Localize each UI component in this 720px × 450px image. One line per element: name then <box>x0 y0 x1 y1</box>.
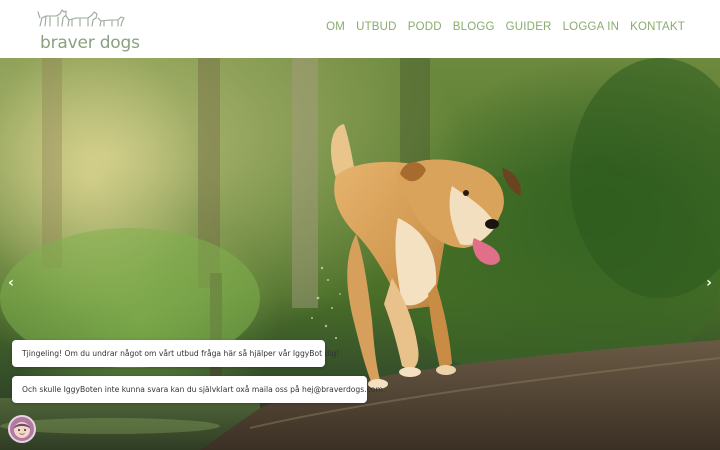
nav-item-logga-in[interactable]: LOGGA IN <box>563 21 620 33</box>
brand-name: braver dogs <box>40 33 140 53</box>
slider-next-chevron-right-icon[interactable]: › <box>702 276 716 290</box>
nav-item-guider[interactable]: GUIDER <box>506 21 552 33</box>
chat-message-text: Tjingeling! Om du undrar något om vårt u… <box>22 349 340 358</box>
nav-item-utbud[interactable]: UTBUD <box>356 21 397 33</box>
chatbot-face-icon <box>14 422 30 438</box>
nav-item-blogg[interactable]: BLOGG <box>453 21 495 33</box>
site-header: braver dogs OM UTBUD PODD BLOGG GUIDER L… <box>0 0 720 58</box>
nav-item-kontakt[interactable]: KONTAKT <box>630 21 685 33</box>
chat-message: Och skulle IggyBoten inte kunna svara ka… <box>12 376 385 403</box>
nav-item-podd[interactable]: PODD <box>408 21 442 33</box>
nav-item-om[interactable]: OM <box>326 21 345 33</box>
chat-message-text: Och skulle IggyBoten inte kunna svara ka… <box>22 385 386 394</box>
chatbot-avatar-icon[interactable] <box>8 415 36 443</box>
slider-prev-chevron-left-icon[interactable]: ‹ <box>4 276 18 290</box>
chat-message: Tjingeling! Om du undrar något om vårt u… <box>12 340 339 367</box>
brand-logo[interactable]: braver dogs <box>36 6 140 53</box>
dogs-silhouette-logo-icon <box>37 9 125 27</box>
main-nav: OM UTBUD PODD BLOGG GUIDER LOGGA IN KONT… <box>315 21 685 33</box>
